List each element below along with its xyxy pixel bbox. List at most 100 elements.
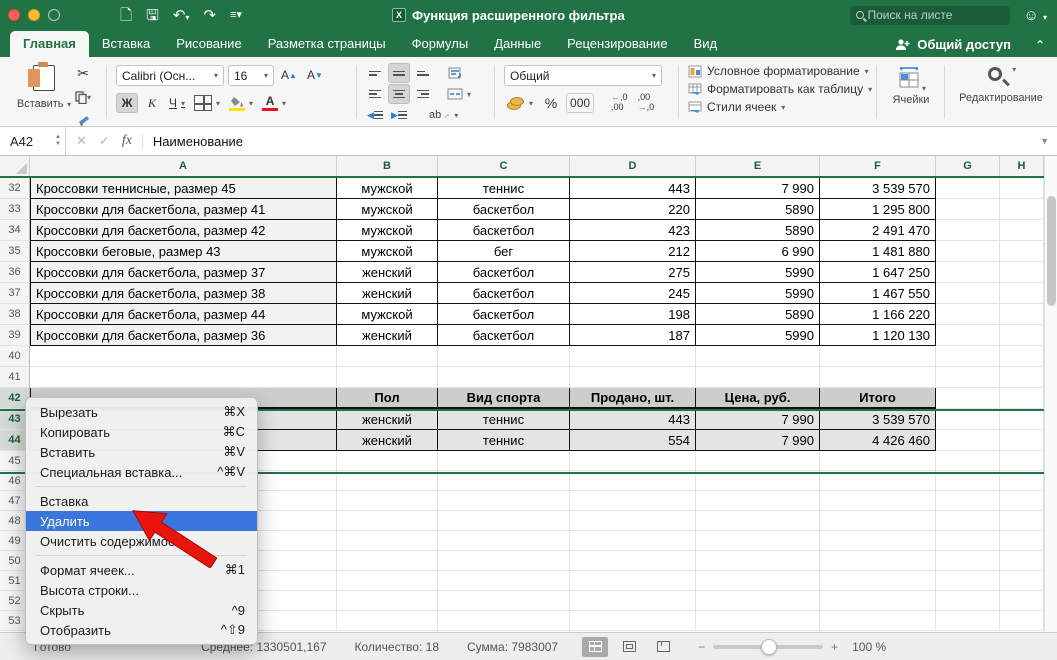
cell-D52[interactable] bbox=[570, 591, 696, 611]
column-header-G[interactable]: G bbox=[936, 156, 1000, 176]
cell-H37[interactable] bbox=[1000, 283, 1044, 304]
cells-button[interactable]: ▾ Ячейки bbox=[886, 65, 936, 106]
font-name-select[interactable]: Calibri (Осн...▾ bbox=[116, 65, 224, 86]
cell-C34[interactable]: баскетбол bbox=[438, 220, 570, 241]
cell-G35[interactable] bbox=[936, 241, 1000, 262]
cell-H38[interactable] bbox=[1000, 304, 1044, 325]
percent-format-button[interactable]: % bbox=[540, 93, 562, 113]
decrease-font-icon[interactable]: A▼ bbox=[304, 65, 326, 85]
cell-E49[interactable] bbox=[696, 531, 820, 551]
cell-E48[interactable] bbox=[696, 511, 820, 531]
name-box[interactable]: A42 ▲▼ bbox=[0, 127, 66, 155]
cell-B47[interactable] bbox=[337, 491, 438, 511]
cell-F49[interactable] bbox=[820, 531, 936, 551]
fill-color-button[interactable]: ▾ bbox=[226, 93, 256, 113]
cell-F51[interactable] bbox=[820, 571, 936, 591]
new-workbook-icon[interactable]: 🗋 bbox=[120, 8, 132, 23]
share-button[interactable]: Общий доступ ⌃ bbox=[895, 37, 1057, 57]
cell-F40[interactable] bbox=[820, 346, 936, 367]
name-box-spinner[interactable]: ▲▼ bbox=[55, 134, 61, 147]
copy-icon[interactable]: ▾ bbox=[72, 87, 94, 107]
row-header-34[interactable]: 34 bbox=[0, 220, 30, 241]
cell-D48[interactable] bbox=[570, 511, 696, 531]
cell-C33[interactable]: баскетбол bbox=[438, 199, 570, 220]
menu-item-Высота-строки-[interactable]: Высота строки... bbox=[26, 580, 257, 600]
row-header-33[interactable]: 33 bbox=[0, 199, 30, 220]
cell-G45[interactable] bbox=[936, 451, 1000, 471]
cell-D40[interactable] bbox=[570, 346, 696, 367]
cell-C38[interactable]: баскетбол bbox=[438, 304, 570, 325]
cell-E35[interactable]: 6 990 bbox=[696, 241, 820, 262]
cell-C47[interactable] bbox=[438, 491, 570, 511]
cancel-entry-icon[interactable]: ✕ bbox=[76, 133, 87, 149]
cell-H46[interactable] bbox=[1000, 471, 1044, 491]
ribbon-tab-Данные[interactable]: Данные bbox=[481, 31, 554, 57]
cell-F42[interactable]: Итого bbox=[820, 388, 936, 409]
menu-item-Вырезать[interactable]: Вырезать⌘X bbox=[26, 402, 257, 422]
cell-C37[interactable]: баскетбол bbox=[438, 283, 570, 304]
ribbon-tab-Формулы[interactable]: Формулы bbox=[399, 31, 482, 57]
cell-B53[interactable] bbox=[337, 611, 438, 631]
cell-E39[interactable]: 5990 bbox=[696, 325, 820, 346]
cell-F32[interactable]: 3 539 570 bbox=[820, 178, 936, 199]
cell-H49[interactable] bbox=[1000, 531, 1044, 551]
cell-G52[interactable] bbox=[936, 591, 1000, 611]
row-header-39[interactable]: 39 bbox=[0, 325, 30, 346]
cell-F47[interactable] bbox=[820, 491, 936, 511]
cell-F33[interactable]: 1 295 800 bbox=[820, 199, 936, 220]
select-all-corner[interactable] bbox=[0, 156, 30, 176]
search-input[interactable]: Поиск на листе bbox=[850, 6, 1010, 25]
cell-B34[interactable]: мужской bbox=[337, 220, 438, 241]
collapse-ribbon-icon[interactable]: ⌃ bbox=[1035, 38, 1045, 52]
paste-button[interactable]: Вставить ▾ bbox=[14, 63, 74, 110]
menu-item-Вставить[interactable]: Вставить⌘V bbox=[26, 442, 257, 462]
cell-D42[interactable]: Продано, шт. bbox=[570, 388, 696, 409]
column-header-B[interactable]: B bbox=[337, 156, 438, 176]
column-header-A[interactable]: A bbox=[30, 156, 337, 176]
cell-E40[interactable] bbox=[696, 346, 820, 367]
column-header-C[interactable]: C bbox=[438, 156, 570, 176]
cell-D46[interactable] bbox=[570, 471, 696, 491]
cell-F48[interactable] bbox=[820, 511, 936, 531]
insert-function-icon[interactable]: fx bbox=[122, 133, 132, 149]
cell-G37[interactable] bbox=[936, 283, 1000, 304]
cell-G40[interactable] bbox=[936, 346, 1000, 367]
cell-G46[interactable] bbox=[936, 471, 1000, 491]
cell-G49[interactable] bbox=[936, 531, 1000, 551]
cell-D37[interactable]: 245 bbox=[570, 283, 696, 304]
zoom-percent[interactable]: 100 % bbox=[852, 640, 886, 654]
font-color-button[interactable]: A▾ bbox=[259, 93, 289, 113]
cell-H40[interactable] bbox=[1000, 346, 1044, 367]
text-orientation-icon[interactable]: ab→▾ bbox=[426, 105, 461, 125]
cell-D45[interactable] bbox=[570, 451, 696, 471]
save-icon[interactable]: 🖫 bbox=[146, 8, 159, 23]
cell-D43[interactable]: 443 bbox=[570, 409, 696, 430]
cell-H47[interactable] bbox=[1000, 491, 1044, 511]
cell-B36[interactable]: женский bbox=[337, 262, 438, 283]
zoom-out-icon[interactable]: − bbox=[698, 640, 705, 654]
cell-G42[interactable] bbox=[936, 388, 1000, 409]
cell-C44[interactable]: теннис bbox=[438, 430, 570, 451]
scrollbar-thumb[interactable] bbox=[1047, 196, 1056, 306]
cell-E44[interactable]: 7 990 bbox=[696, 430, 820, 451]
expand-formula-bar-icon[interactable]: ▼ bbox=[1040, 136, 1049, 146]
column-header-E[interactable]: E bbox=[696, 156, 820, 176]
cell-E36[interactable]: 5990 bbox=[696, 262, 820, 283]
row-header-36[interactable]: 36 bbox=[0, 262, 30, 283]
cell-E50[interactable] bbox=[696, 551, 820, 571]
cell-D34[interactable]: 423 bbox=[570, 220, 696, 241]
thousands-format-button[interactable]: 000 bbox=[566, 93, 594, 113]
increase-decimal-icon[interactable]: ←,0,00 bbox=[608, 93, 631, 113]
cell-C36[interactable]: баскетбол bbox=[438, 262, 570, 283]
cell-H34[interactable] bbox=[1000, 220, 1044, 241]
cell-E46[interactable] bbox=[696, 471, 820, 491]
cell-H35[interactable] bbox=[1000, 241, 1044, 262]
ribbon-tab-Главная[interactable]: Главная bbox=[10, 31, 89, 57]
page-layout-view-button[interactable] bbox=[616, 637, 642, 657]
cell-D35[interactable]: 212 bbox=[570, 241, 696, 262]
cell-G41[interactable] bbox=[936, 367, 1000, 388]
cell-styles-button[interactable]: Стили ячеек▾ bbox=[688, 100, 872, 114]
decrease-indent-icon[interactable]: ◀ bbox=[364, 105, 386, 125]
increase-indent-icon[interactable]: ▶ bbox=[388, 105, 410, 125]
borders-button[interactable]: ▾ bbox=[191, 93, 223, 113]
